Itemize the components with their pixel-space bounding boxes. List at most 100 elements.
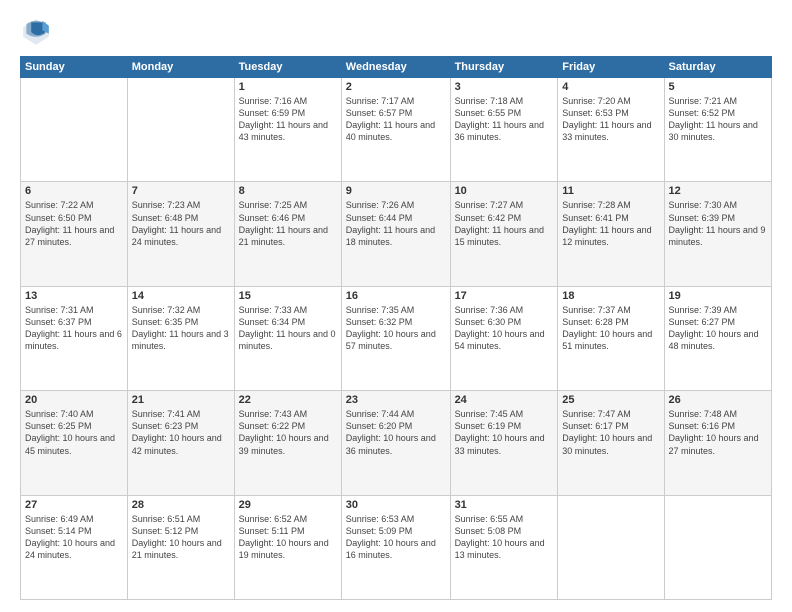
weekday-header-saturday: Saturday xyxy=(664,57,771,78)
calendar-week-row: 20 Sunrise: 7:40 AM Sunset: 6:25 PM Dayli… xyxy=(21,391,772,495)
day-number: 11 xyxy=(562,185,659,197)
day-number: 25 xyxy=(562,394,659,406)
day-content: Sunrise: 7:21 AM Sunset: 6:52 PM Dayligh… xyxy=(669,95,767,144)
calendar-cell: 25 Sunrise: 7:47 AM Sunset: 6:17 PM Dayli… xyxy=(558,391,664,495)
calendar-week-row: 13 Sunrise: 7:31 AM Sunset: 6:37 PM Dayli… xyxy=(21,286,772,390)
day-content: Sunrise: 7:40 AM Sunset: 6:25 PM Dayligh… xyxy=(25,408,123,457)
weekday-header-thursday: Thursday xyxy=(450,57,558,78)
day-content: Sunrise: 6:51 AM Sunset: 5:12 PM Dayligh… xyxy=(132,513,230,562)
day-number: 22 xyxy=(239,394,337,406)
weekday-header-wednesday: Wednesday xyxy=(341,57,450,78)
day-content: Sunrise: 7:33 AM Sunset: 6:34 PM Dayligh… xyxy=(239,304,337,353)
day-content: Sunrise: 7:30 AM Sunset: 6:39 PM Dayligh… xyxy=(669,199,767,248)
calendar-cell: 24Sunrise: 7:45 AM Sunset: 6:19 PM Dayli… xyxy=(450,391,558,495)
day-number: 1 xyxy=(239,81,337,93)
day-number: 6 xyxy=(25,185,123,197)
weekday-header-tuesday: Tuesday xyxy=(234,57,341,78)
day-content: Sunrise: 7:27 AM Sunset: 6:42 PM Dayligh… xyxy=(455,199,554,248)
day-content: Sunrise: 7:22 AM Sunset: 6:50 PM Dayligh… xyxy=(25,199,123,248)
calendar-cell: 5 Sunrise: 7:21 AM Sunset: 6:52 PM Daylig… xyxy=(664,78,771,182)
day-number: 30 xyxy=(346,499,446,511)
day-content: Sunrise: 7:18 AM Sunset: 6:55 PM Dayligh… xyxy=(455,95,554,144)
day-content: Sunrise: 7:25 AM Sunset: 6:46 PM Dayligh… xyxy=(239,199,337,248)
calendar-cell: 10 Sunrise: 7:27 AM Sunset: 6:42 PM Dayli… xyxy=(450,182,558,286)
day-content: Sunrise: 7:48 AM Sunset: 6:16 PM Dayligh… xyxy=(669,408,767,457)
weekday-header-monday: Monday xyxy=(127,57,234,78)
logo xyxy=(20,16,56,48)
calendar-week-row: 27Sunrise: 6:49 AM Sunset: 5:14 PM Dayli… xyxy=(21,495,772,599)
day-content: Sunrise: 6:52 AM Sunset: 5:11 PM Dayligh… xyxy=(239,513,337,562)
day-number: 23 xyxy=(346,394,446,406)
calendar-cell: 15 Sunrise: 7:33 AM Sunset: 6:34 PM Dayli… xyxy=(234,286,341,390)
calendar-cell: 12 Sunrise: 7:30 AM Sunset: 6:39 PM Dayli… xyxy=(664,182,771,286)
calendar-body: 1 Sunrise: 7:16 AM Sunset: 6:59 PM Daylig… xyxy=(21,78,772,600)
calendar-cell: 3 Sunrise: 7:18 AM Sunset: 6:55 PM Daylig… xyxy=(450,78,558,182)
day-content: Sunrise: 7:20 AM Sunset: 6:53 PM Dayligh… xyxy=(562,95,659,144)
calendar-cell: 22 Sunrise: 7:43 AM Sunset: 6:22 PM Dayli… xyxy=(234,391,341,495)
day-content: Sunrise: 7:41 AM Sunset: 6:23 PM Dayligh… xyxy=(132,408,230,457)
day-number: 18 xyxy=(562,290,659,302)
day-content: Sunrise: 7:37 AM Sunset: 6:28 PM Dayligh… xyxy=(562,304,659,353)
day-number: 28 xyxy=(132,499,230,511)
day-content: Sunrise: 7:16 AM Sunset: 6:59 PM Dayligh… xyxy=(239,95,337,144)
day-number: 21 xyxy=(132,394,230,406)
calendar-week-row: 6 Sunrise: 7:22 AM Sunset: 6:50 PM Daylig… xyxy=(21,182,772,286)
calendar-cell: 31 Sunrise: 6:55 AM Sunset: 5:08 PM Dayli… xyxy=(450,495,558,599)
day-number: 24 xyxy=(455,394,554,406)
calendar-header: SundayMondayTuesdayWednesdayThursdayFrid… xyxy=(21,57,772,78)
day-content: Sunrise: 7:26 AM Sunset: 6:44 PM Dayligh… xyxy=(346,199,446,248)
calendar-cell: 17 Sunrise: 7:36 AM Sunset: 6:30 PM Dayli… xyxy=(450,286,558,390)
day-number: 13 xyxy=(25,290,123,302)
calendar-cell: 21 Sunrise: 7:41 AM Sunset: 6:23 PM Dayli… xyxy=(127,391,234,495)
day-content: Sunrise: 7:47 AM Sunset: 6:17 PM Dayligh… xyxy=(562,408,659,457)
calendar-cell: 14Sunrise: 7:32 AM Sunset: 6:35 PM Dayli… xyxy=(127,286,234,390)
calendar-cell: 29 Sunrise: 6:52 AM Sunset: 5:11 PM Dayli… xyxy=(234,495,341,599)
day-content: Sunrise: 7:36 AM Sunset: 6:30 PM Dayligh… xyxy=(455,304,554,353)
calendar-cell: 19 Sunrise: 7:39 AM Sunset: 6:27 PM Dayli… xyxy=(664,286,771,390)
day-content: Sunrise: 7:31 AM Sunset: 6:37 PM Dayligh… xyxy=(25,304,123,353)
day-number: 15 xyxy=(239,290,337,302)
day-content: Sunrise: 7:39 AM Sunset: 6:27 PM Dayligh… xyxy=(669,304,767,353)
calendar-cell: 23 Sunrise: 7:44 AM Sunset: 6:20 PM Dayli… xyxy=(341,391,450,495)
day-number: 5 xyxy=(669,81,767,93)
day-number: 10 xyxy=(455,185,554,197)
calendar-cell: 8 Sunrise: 7:25 AM Sunset: 6:46 PM Daylig… xyxy=(234,182,341,286)
calendar-cell: 13 Sunrise: 7:31 AM Sunset: 6:37 PM Dayli… xyxy=(21,286,128,390)
day-content: Sunrise: 7:44 AM Sunset: 6:20 PM Dayligh… xyxy=(346,408,446,457)
weekday-header-row: SundayMondayTuesdayWednesdayThursdayFrid… xyxy=(21,57,772,78)
day-number: 20 xyxy=(25,394,123,406)
day-content: Sunrise: 7:17 AM Sunset: 6:57 PM Dayligh… xyxy=(346,95,446,144)
header xyxy=(20,16,772,48)
weekday-header-friday: Friday xyxy=(558,57,664,78)
calendar-cell: 28 Sunrise: 6:51 AM Sunset: 5:12 PM Dayli… xyxy=(127,495,234,599)
day-number: 29 xyxy=(239,499,337,511)
calendar-cell xyxy=(664,495,771,599)
calendar-cell xyxy=(558,495,664,599)
day-number: 8 xyxy=(239,185,337,197)
calendar-cell: 1 Sunrise: 7:16 AM Sunset: 6:59 PM Daylig… xyxy=(234,78,341,182)
calendar-cell xyxy=(127,78,234,182)
day-content: Sunrise: 7:32 AM Sunset: 6:35 PM Dayligh… xyxy=(132,304,230,353)
day-content: Sunrise: 7:35 AM Sunset: 6:32 PM Dayligh… xyxy=(346,304,446,353)
day-number: 19 xyxy=(669,290,767,302)
day-number: 9 xyxy=(346,185,446,197)
day-content: Sunrise: 6:55 AM Sunset: 5:08 PM Dayligh… xyxy=(455,513,554,562)
day-number: 4 xyxy=(562,81,659,93)
logo-icon xyxy=(20,16,52,48)
calendar-cell: 30Sunrise: 6:53 AM Sunset: 5:09 PM Dayli… xyxy=(341,495,450,599)
day-number: 17 xyxy=(455,290,554,302)
day-number: 3 xyxy=(455,81,554,93)
calendar-cell: 9 Sunrise: 7:26 AM Sunset: 6:44 PM Daylig… xyxy=(341,182,450,286)
page: SundayMondayTuesdayWednesdayThursdayFrid… xyxy=(0,0,792,612)
day-content: Sunrise: 6:49 AM Sunset: 5:14 PM Dayligh… xyxy=(25,513,123,562)
day-number: 12 xyxy=(669,185,767,197)
day-number: 7 xyxy=(132,185,230,197)
calendar-week-row: 1 Sunrise: 7:16 AM Sunset: 6:59 PM Daylig… xyxy=(21,78,772,182)
calendar-cell: 4 Sunrise: 7:20 AM Sunset: 6:53 PM Daylig… xyxy=(558,78,664,182)
day-number: 31 xyxy=(455,499,554,511)
day-content: Sunrise: 7:28 AM Sunset: 6:41 PM Dayligh… xyxy=(562,199,659,248)
weekday-header-sunday: Sunday xyxy=(21,57,128,78)
day-content: Sunrise: 7:43 AM Sunset: 6:22 PM Dayligh… xyxy=(239,408,337,457)
calendar-cell: 11 Sunrise: 7:28 AM Sunset: 6:41 PM Dayli… xyxy=(558,182,664,286)
day-number: 26 xyxy=(669,394,767,406)
